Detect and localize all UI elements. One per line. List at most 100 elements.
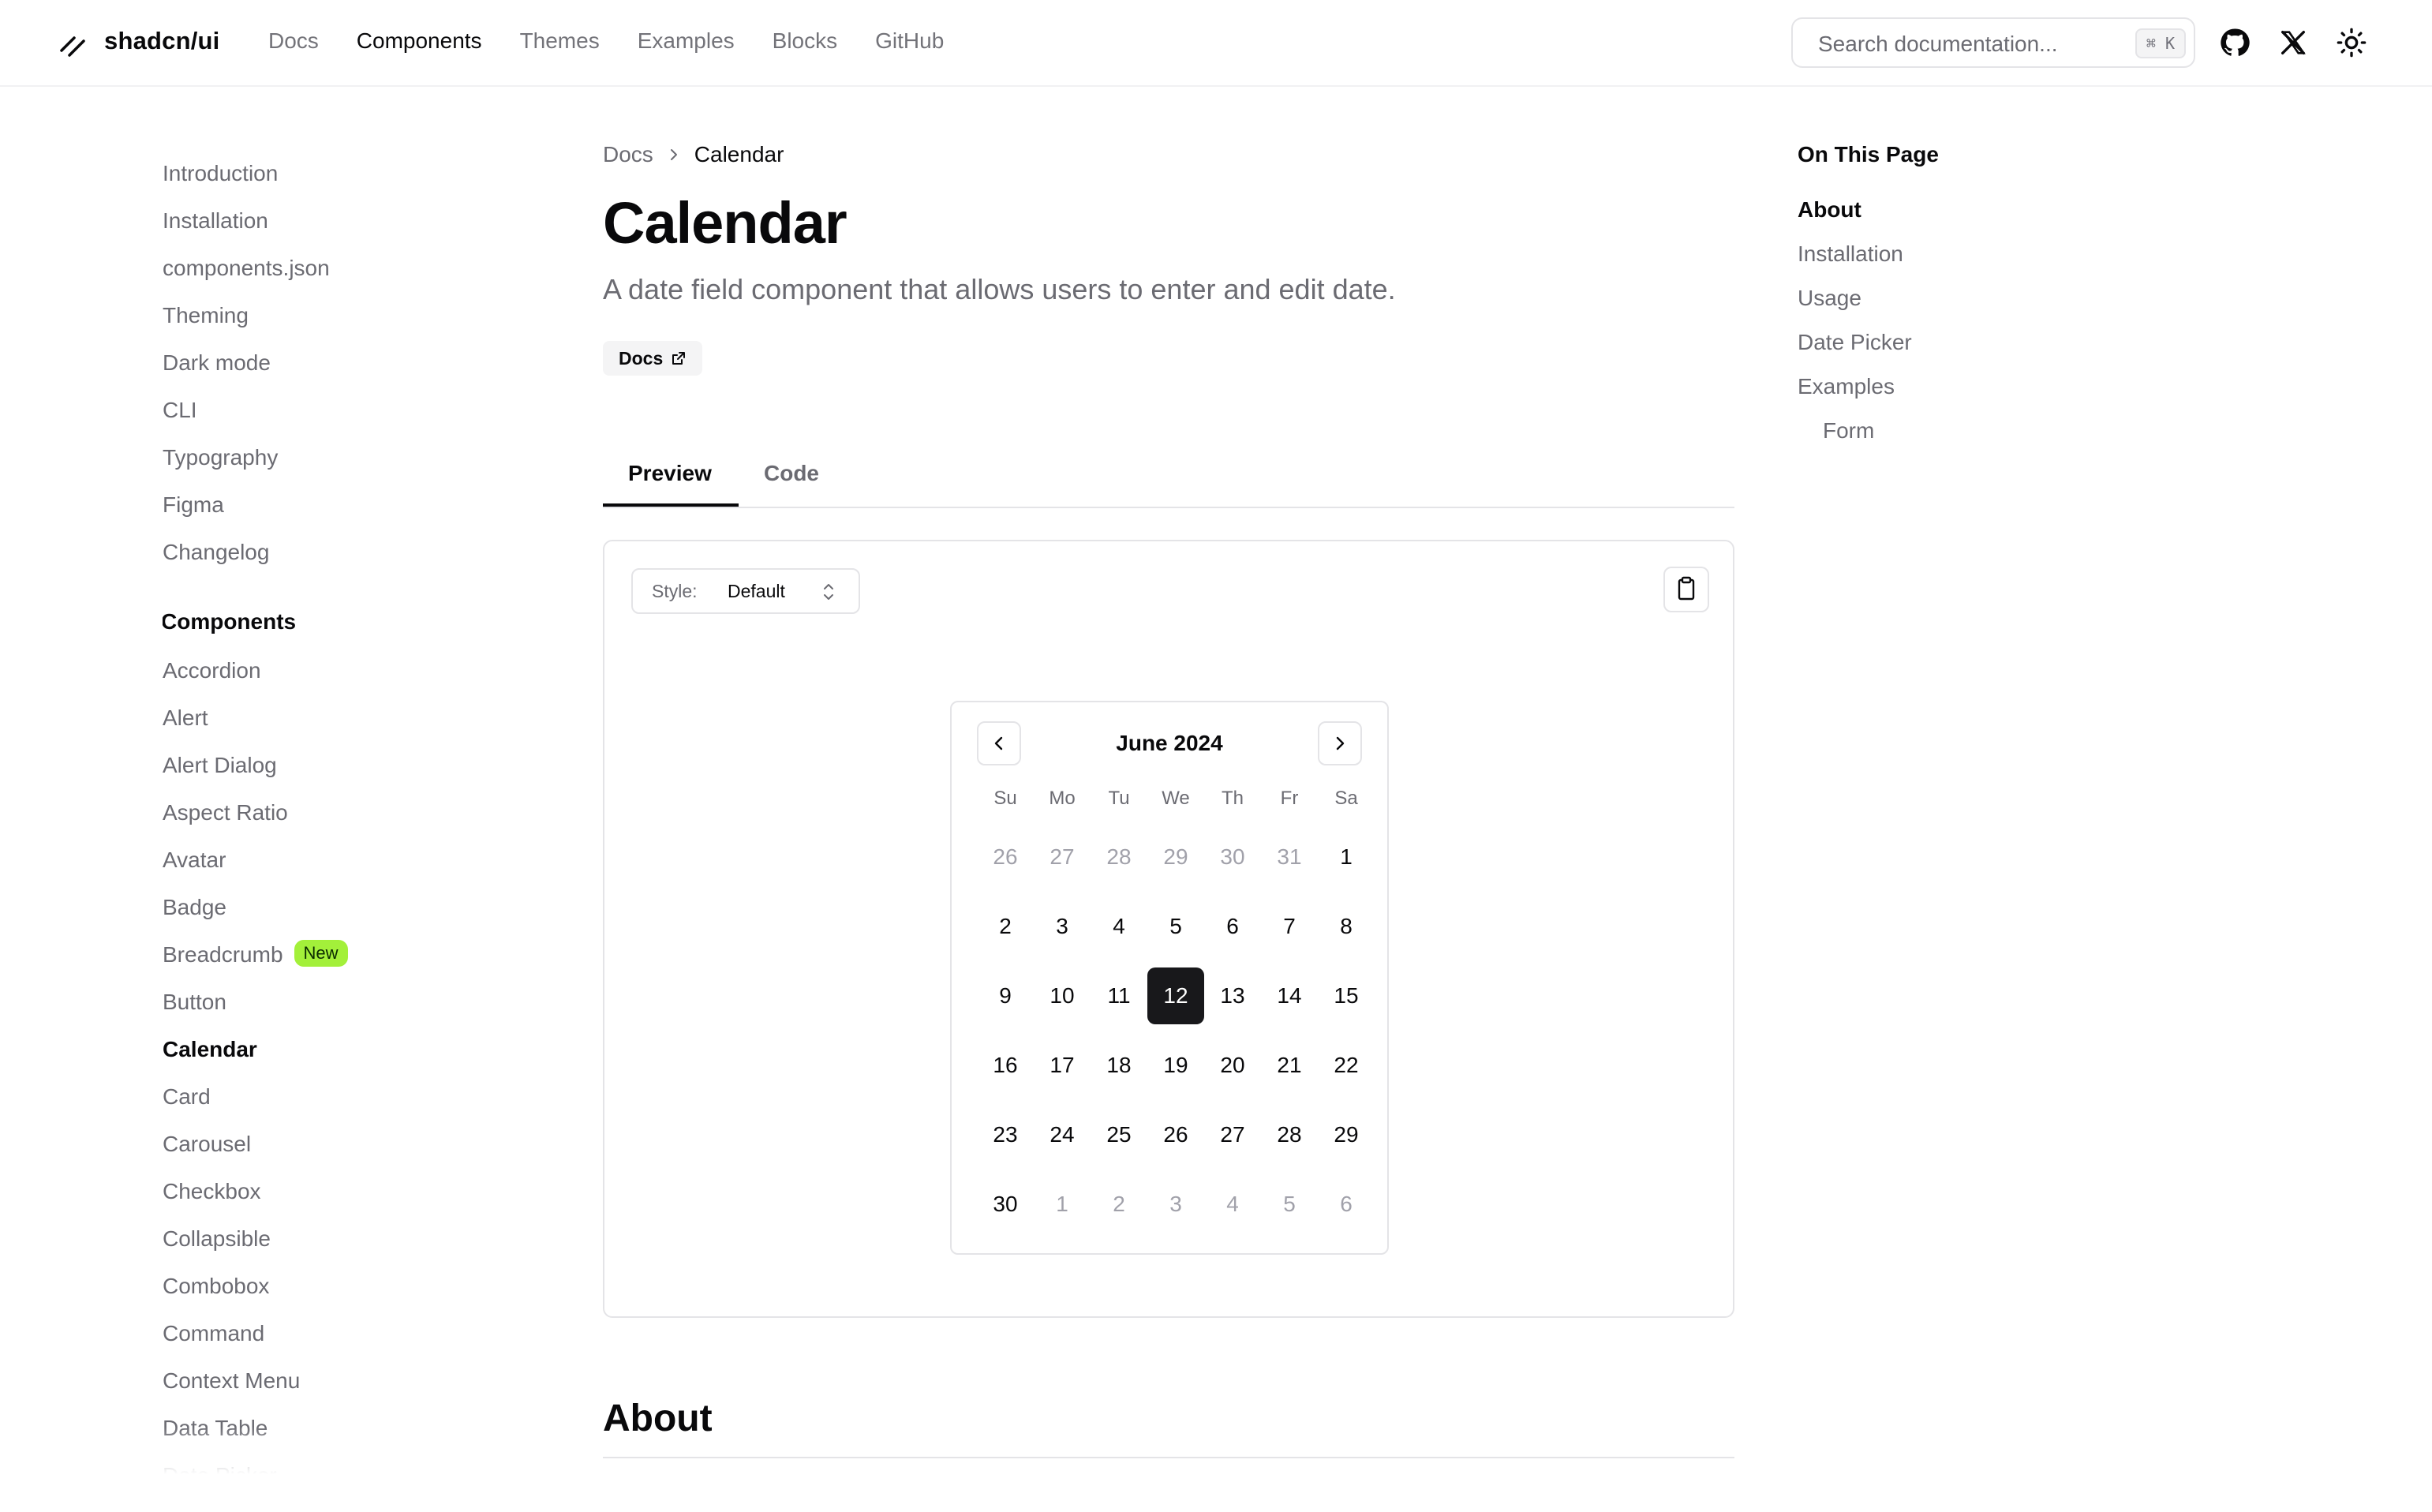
calendar-day[interactable]: 27 (1204, 1106, 1261, 1163)
sidebar-item-cli[interactable]: CLI (163, 391, 494, 439)
topnav-themes[interactable]: Themes (520, 28, 600, 54)
site-logo-text[interactable]: shadcn/ui (104, 27, 220, 55)
sidebar-item-avatar[interactable]: Avatar (163, 841, 494, 889)
toc-item-installation[interactable]: Installation (1798, 240, 1912, 284)
calendar-day[interactable]: 9 (977, 967, 1034, 1024)
calendar-day[interactable]: 7 (1261, 898, 1318, 955)
calendar-day[interactable]: 5 (1261, 1176, 1318, 1233)
calendar-day[interactable]: 6 (1204, 898, 1261, 955)
docs-badge-label: Docs (619, 348, 664, 369)
sidebar-item-installation[interactable]: Installation (163, 202, 494, 249)
search-shortcut-badge: ⌘ K (2135, 28, 2186, 58)
topnav-docs[interactable]: Docs (268, 28, 319, 54)
sidebar-item-dark-mode[interactable]: Dark mode (163, 344, 494, 391)
sidebar-item-changelog[interactable]: Changelog (163, 533, 494, 581)
calendar-day[interactable]: 24 (1034, 1106, 1091, 1163)
search-input[interactable]: Search documentation... ⌘ K (1791, 17, 2195, 68)
calendar-day[interactable]: 1 (1034, 1176, 1091, 1233)
calendar-day[interactable]: 25 (1091, 1106, 1147, 1163)
sidebar-item-label: Collapsible (163, 1226, 271, 1251)
topnav-github[interactable]: GitHub (875, 28, 944, 54)
calendar-day[interactable]: 19 (1147, 1037, 1204, 1094)
sidebar-item-badge[interactable]: Badge (163, 889, 494, 936)
sidebar-item-card[interactable]: Card (163, 1078, 494, 1125)
calendar-day[interactable]: 27 (1034, 829, 1091, 885)
calendar-day[interactable]: 8 (1318, 898, 1375, 955)
calendar-day[interactable]: 1 (1318, 829, 1375, 885)
sidebar-item-command[interactable]: Command (163, 1315, 494, 1362)
toc-item-form[interactable]: Form (1798, 417, 1912, 461)
calendar-day[interactable]: 22 (1318, 1037, 1375, 1094)
sidebar-getting-started: Introduction Installation components.json T… (163, 155, 494, 581)
calendar-day[interactable]: 4 (1091, 898, 1147, 955)
sidebar-item-checkbox[interactable]: Checkbox (163, 1173, 494, 1220)
sidebar-item-theming[interactable]: Theming (163, 297, 494, 344)
calendar-day[interactable]: 10 (1034, 967, 1091, 1024)
toc-item-examples[interactable]: Examples (1798, 372, 1912, 417)
toc-item-usage[interactable]: Usage (1798, 284, 1912, 328)
sidebar-item-collapsible[interactable]: Collapsible (163, 1220, 494, 1267)
copy-button[interactable] (1663, 567, 1709, 612)
calendar-day[interactable]: 28 (1091, 829, 1147, 885)
calendar-next-month-button[interactable] (1318, 721, 1362, 765)
sun-icon[interactable] (2336, 27, 2367, 58)
x-icon[interactable] (2277, 27, 2309, 58)
sidebar-item-carousel[interactable]: Carousel (163, 1125, 494, 1173)
sidebar-item-combobox[interactable]: Combobox (163, 1267, 494, 1315)
calendar-day[interactable]: 2 (977, 898, 1034, 955)
calendar-day[interactable]: 30 (977, 1176, 1034, 1233)
tab-preview[interactable]: Preview (628, 461, 712, 486)
calendar-day[interactable]: 16 (977, 1037, 1034, 1094)
breadcrumb-root[interactable]: Docs (603, 142, 653, 167)
calendar-day[interactable]: 17 (1034, 1037, 1091, 1094)
sidebar-item-figma[interactable]: Figma (163, 486, 494, 533)
calendar-day[interactable]: 26 (977, 829, 1034, 885)
style-select[interactable]: Style: Default (631, 568, 860, 614)
calendar-day[interactable]: 29 (1147, 829, 1204, 885)
calendar-day[interactable]: 29 (1318, 1106, 1375, 1163)
calendar-day[interactable]: 6 (1318, 1176, 1375, 1233)
docs-link-badge[interactable]: Docs (603, 341, 703, 376)
calendar-day[interactable]: 3 (1147, 1176, 1204, 1233)
topnav-components[interactable]: Components (357, 28, 482, 54)
calendar-day[interactable]: 13 (1204, 967, 1261, 1024)
sidebar-item-alert-dialog[interactable]: Alert Dialog (163, 747, 494, 794)
calendar-day-selected[interactable]: 12 (1147, 967, 1204, 1024)
topnav-examples[interactable]: Examples (638, 28, 735, 54)
calendar-day[interactable]: 20 (1204, 1037, 1261, 1094)
sidebar-item-button[interactable]: Button (163, 983, 494, 1031)
sidebar-item-label: Context Menu (163, 1368, 301, 1393)
docs-sidebar: Introduction Installation components.json T… (163, 155, 494, 1474)
sidebar-item-aspect-ratio[interactable]: Aspect Ratio (163, 794, 494, 841)
sidebar-item-alert[interactable]: Alert (163, 699, 494, 747)
calendar-day[interactable]: 21 (1261, 1037, 1318, 1094)
sidebar-item-components-json[interactable]: components.json (163, 249, 494, 297)
calendar-day[interactable]: 14 (1261, 967, 1318, 1024)
calendar-day[interactable]: 26 (1147, 1106, 1204, 1163)
tab-code[interactable]: Code (764, 461, 819, 486)
toc-item-date-picker[interactable]: Date Picker (1798, 328, 1912, 372)
calendar-day[interactable]: 2 (1091, 1176, 1147, 1233)
calendar-day[interactable]: 5 (1147, 898, 1204, 955)
calendar-day[interactable]: 11 (1091, 967, 1147, 1024)
sidebar-item-label: Avatar (163, 848, 226, 872)
calendar-day[interactable]: 18 (1091, 1037, 1147, 1094)
calendar-day[interactable]: 4 (1204, 1176, 1261, 1233)
github-icon[interactable] (2219, 27, 2251, 58)
calendar-day[interactable]: 3 (1034, 898, 1091, 955)
calendar-day[interactable]: 23 (977, 1106, 1034, 1163)
calendar-day[interactable]: 30 (1204, 829, 1261, 885)
sidebar-item-context-menu[interactable]: Context Menu (163, 1362, 494, 1409)
sidebar-item-breadcrumb[interactable]: Breadcrumb New (163, 936, 494, 983)
sidebar-item-typography[interactable]: Typography (163, 439, 494, 486)
calendar-day[interactable]: 31 (1261, 829, 1318, 885)
calendar-day[interactable]: 15 (1318, 967, 1375, 1024)
calendar-week-row: 2345678 (977, 898, 1375, 967)
toc-item-about[interactable]: About (1798, 196, 1912, 240)
calendar-day[interactable]: 28 (1261, 1106, 1318, 1163)
sidebar-item-calendar[interactable]: Calendar (163, 1031, 494, 1078)
sidebar-item-introduction[interactable]: Introduction (163, 155, 494, 202)
sidebar-item-accordion[interactable]: Accordion (163, 652, 494, 699)
topnav-blocks[interactable]: Blocks (773, 28, 837, 54)
logo-icon[interactable] (57, 28, 88, 60)
